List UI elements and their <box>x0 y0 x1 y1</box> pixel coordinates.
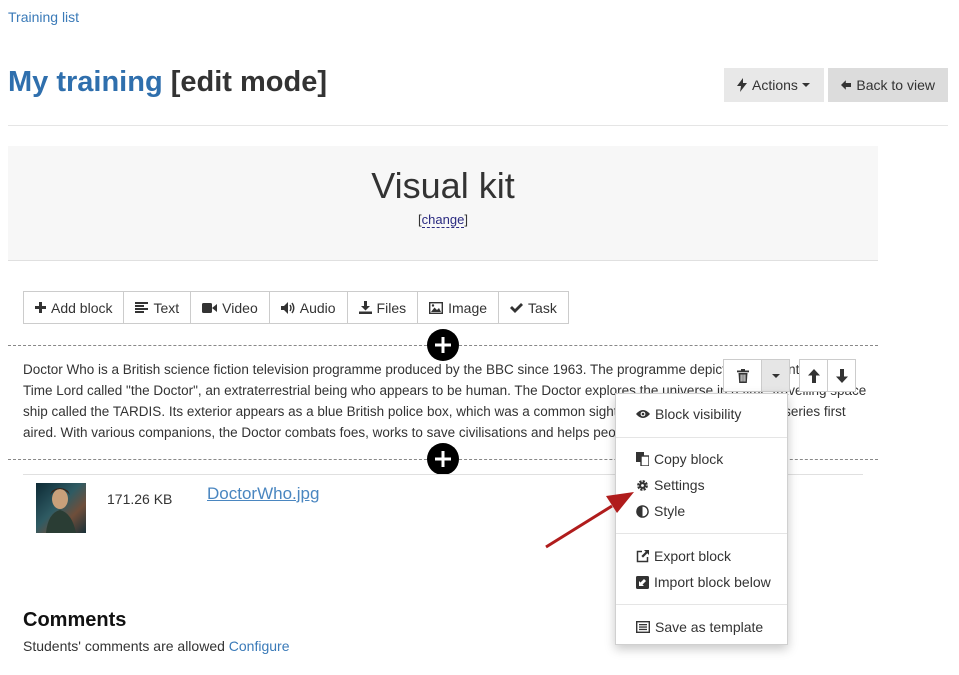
plus-icon <box>435 337 451 353</box>
title-link[interactable]: My training <box>8 66 163 98</box>
add-video-label: Video <box>222 299 258 316</box>
move-up-button[interactable] <box>800 360 828 391</box>
menu-item-label: Copy block <box>654 451 724 467</box>
menu-item-save-template[interactable]: Save as template <box>636 619 763 635</box>
caret-down-icon <box>771 373 780 378</box>
add-block-button[interactable]: Add block <box>24 292 125 323</box>
list-alt-icon <box>636 621 650 633</box>
chevron-down-icon <box>801 83 810 87</box>
import-icon <box>636 575 649 589</box>
bolt-icon <box>737 78 747 92</box>
back-to-view-button[interactable]: Back to view <box>828 68 948 102</box>
video-camera-icon <box>202 302 218 313</box>
add-video-button[interactable]: Video <box>191 292 270 323</box>
visual-kit-title: Visual kit <box>371 165 515 206</box>
comments-status-text: Students' comments are allowed <box>23 638 225 654</box>
breadcrumb-training-list[interactable]: Training list <box>8 9 79 25</box>
file-link[interactable]: DoctorWho.jpg <box>207 484 319 504</box>
download-icon <box>358 301 372 314</box>
half-circle-icon <box>636 504 649 518</box>
menu-item-style[interactable]: Style <box>636 503 685 519</box>
menu-item-label: Export block <box>654 548 732 564</box>
add-files-label: Files <box>376 299 407 316</box>
add-image-button[interactable]: Image <box>418 292 500 323</box>
block-toolbar: Add block Text Video Audio Files Image T… <box>23 291 569 324</box>
page-title: My training [edit mode] <box>8 66 327 99</box>
check-icon <box>510 302 524 313</box>
actions-button[interactable]: Actions <box>724 68 824 102</box>
menu-divider <box>616 604 787 605</box>
actions-label: Actions <box>752 77 798 93</box>
block-menu-toggle[interactable] <box>762 360 789 391</box>
change-kit: [change] <box>8 212 878 228</box>
menu-item-import-block[interactable]: Import block below <box>636 574 771 590</box>
file-thumbnail[interactable] <box>36 483 86 533</box>
picture-icon <box>429 301 444 314</box>
comments-heading: Comments <box>23 609 127 631</box>
delete-block-button[interactable] <box>724 360 762 391</box>
comments-status: Students' comments are allowed Configure <box>23 638 289 654</box>
menu-item-label: Settings <box>654 477 705 493</box>
thumbnail-figure-icon <box>46 488 76 533</box>
arrow-up-icon <box>807 368 820 383</box>
menu-item-label: Import block below <box>654 574 771 590</box>
change-bracket-close: ] <box>464 212 468 227</box>
menu-divider <box>616 437 787 438</box>
align-left-icon <box>135 302 149 313</box>
file-size: 171.26 KB <box>107 491 173 507</box>
plus-icon <box>35 302 46 313</box>
insert-block-bottom-button[interactable] <box>427 443 459 475</box>
configure-comments-link[interactable]: Configure <box>229 638 290 654</box>
add-audio-label: Audio <box>299 299 336 316</box>
block-controls <box>723 359 790 392</box>
change-kit-link[interactable]: change <box>421 212 465 228</box>
volume-icon <box>280 301 295 314</box>
block-menu-dropdown: Block visibility Copy block Settings Sty… <box>615 393 788 645</box>
add-image-label: Image <box>448 299 488 316</box>
add-task-label: Task <box>528 299 557 316</box>
visual-kit-panel: Visual kit [change] <box>8 146 878 261</box>
menu-item-label: Save as template <box>655 619 764 635</box>
external-link-icon <box>636 549 649 562</box>
menu-item-label: Block visibility <box>655 406 742 422</box>
annotation-arrow-shaft <box>545 504 613 549</box>
menu-item-export-block[interactable]: Export block <box>636 548 731 564</box>
add-task-button[interactable]: Task <box>499 292 568 323</box>
back-label: Back to view <box>856 77 935 93</box>
trash-icon <box>736 368 749 383</box>
gear-icon <box>637 479 648 491</box>
eye-icon <box>636 410 650 418</box>
header-divider <box>8 125 948 126</box>
add-text-label: Text <box>153 299 180 316</box>
insert-block-top-button[interactable] <box>427 329 459 361</box>
menu-item-copy-block[interactable]: Copy block <box>636 451 723 467</box>
add-files-button[interactable]: Files <box>347 292 419 323</box>
copy-icon <box>636 452 649 466</box>
arrow-left-icon <box>841 80 852 90</box>
edit-mode-label: [edit mode] <box>170 66 328 98</box>
menu-divider <box>616 533 787 534</box>
add-text-button[interactable]: Text <box>124 292 192 323</box>
plus-icon <box>435 451 451 467</box>
menu-item-settings[interactable]: Settings <box>636 477 705 493</box>
menu-item-block-visibility[interactable]: Block visibility <box>636 406 741 422</box>
menu-item-label: Style <box>654 503 686 519</box>
move-down-button[interactable] <box>828 360 855 391</box>
add-block-label: Add block <box>51 299 113 316</box>
block-move-controls <box>799 359 856 392</box>
arrow-down-icon <box>835 368 848 383</box>
add-audio-button[interactable]: Audio <box>269 292 348 323</box>
